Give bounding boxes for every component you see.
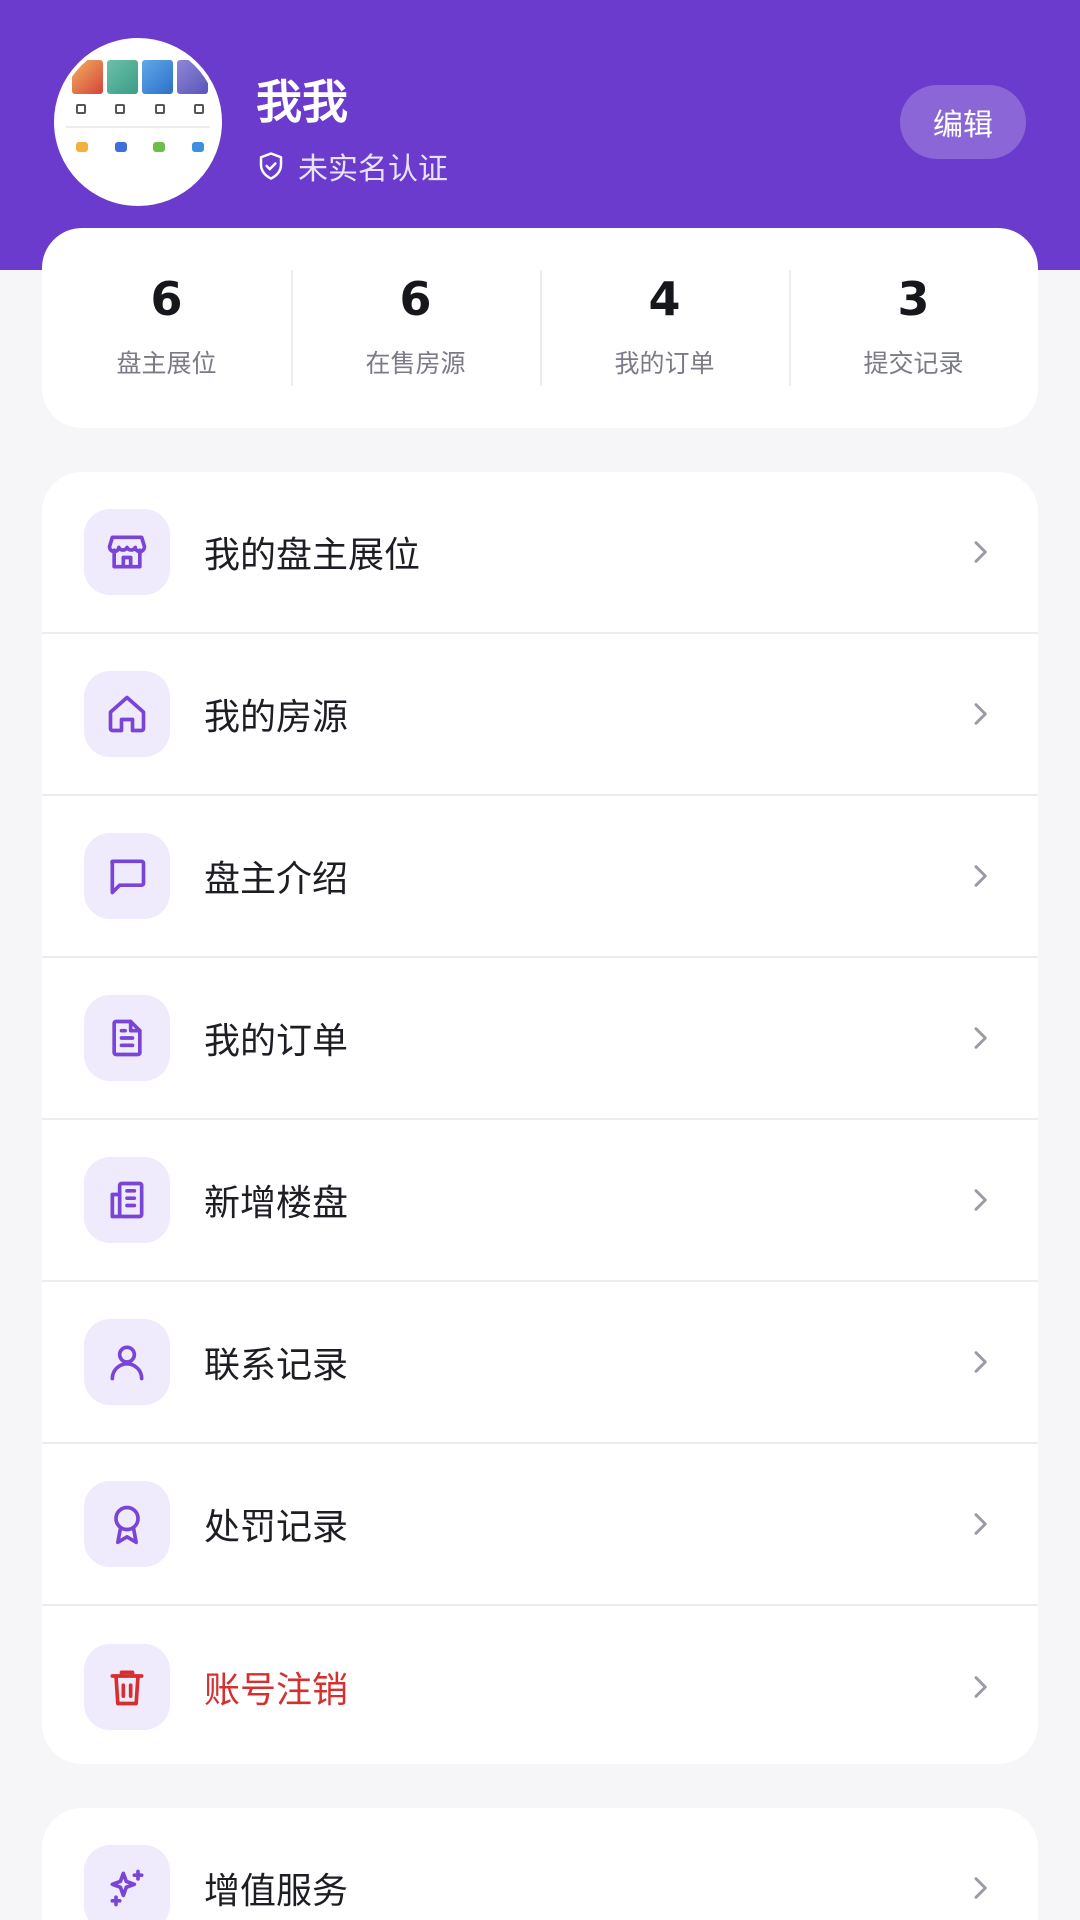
menu-item-label: 处罚记录: [204, 1507, 349, 1548]
shield-check-icon: [259, 152, 283, 180]
chevron-right-icon: [974, 541, 987, 563]
chevron-right-icon: [974, 1513, 987, 1535]
menu-item-label: 盘主介绍: [204, 859, 349, 900]
user-name: 我我: [256, 75, 348, 129]
stat-label: 提交记录: [863, 349, 964, 378]
stat-orders[interactable]: 4 我的订单: [540, 270, 789, 386]
menu-item-owner-intro[interactable]: 盘主介绍: [42, 796, 1038, 958]
menu-item-label: 我的订单: [204, 1021, 349, 1062]
stat-value: 6: [399, 272, 432, 326]
menu-item-my-orders[interactable]: 我的订单: [42, 958, 1038, 1120]
avatar[interactable]: [54, 38, 222, 206]
chevron-right-icon: [974, 1351, 987, 1373]
menu-item-value-added-services[interactable]: 增值服务: [42, 1808, 1038, 1920]
menu-item-label: 增值服务: [204, 1871, 349, 1912]
menu-item-label: 我的房源: [204, 697, 349, 738]
home-icon: [108, 695, 146, 733]
menu-item-label: 新增楼盘: [204, 1183, 349, 1224]
chevron-right-icon: [974, 1676, 987, 1698]
stat-submissions[interactable]: 3 提交记录: [789, 270, 1038, 386]
stat-label: 我的订单: [614, 349, 715, 378]
edit-button[interactable]: 编辑: [900, 85, 1026, 159]
chevron-right-icon: [974, 1189, 987, 1211]
menu-item-label: 我的盘主展位: [204, 535, 421, 576]
stats-card: 6 盘主展位 6 在售房源 4 我的订单 3 提交记录: [42, 228, 1038, 428]
extra-menu-list: 增值服务: [42, 1808, 1038, 1920]
message-icon: [110, 859, 146, 895]
stat-booths[interactable]: 6 盘主展位: [42, 270, 291, 386]
stat-value: 6: [150, 272, 183, 326]
building-icon: [110, 1181, 144, 1219]
menu-item-delete-account[interactable]: 账号注销: [42, 1606, 1038, 1764]
menu-item-penalty-records[interactable]: 处罚记录: [42, 1444, 1038, 1606]
menu-item-label: 账号注销: [204, 1670, 349, 1711]
stat-value: 3: [897, 272, 930, 326]
verification-label: 未实名认证: [298, 152, 448, 187]
store-icon: [107, 535, 147, 569]
menu-item-my-listings[interactable]: 我的房源: [42, 634, 1038, 796]
stat-label: 在售房源: [365, 349, 466, 378]
award-icon: [114, 1505, 140, 1545]
menu-item-label: 联系记录: [204, 1345, 349, 1386]
document-icon: [112, 1019, 142, 1057]
chevron-right-icon: [974, 1027, 987, 1049]
chevron-right-icon: [974, 703, 987, 725]
menu-item-contact-records[interactable]: 联系记录: [42, 1282, 1038, 1444]
user-icon: [110, 1345, 144, 1381]
trash-icon: [110, 1670, 144, 1706]
stat-label: 盘主展位: [116, 349, 217, 378]
menu-list: 我的盘主展位 我的房源 盘主介绍 我的订单 新增楼盘 联系记录 处罚记录 账号注…: [42, 472, 1038, 1764]
verification-status[interactable]: 未实名认证: [256, 144, 448, 188]
stat-value: 4: [648, 272, 681, 326]
chevron-right-icon: [974, 865, 987, 887]
chevron-right-icon: [974, 1877, 987, 1899]
stat-listings[interactable]: 6 在售房源: [291, 270, 540, 386]
menu-item-my-booths[interactable]: 我的盘主展位: [42, 472, 1038, 634]
sparkles-icon: [110, 1869, 144, 1907]
menu-item-add-property[interactable]: 新增楼盘: [42, 1120, 1038, 1282]
